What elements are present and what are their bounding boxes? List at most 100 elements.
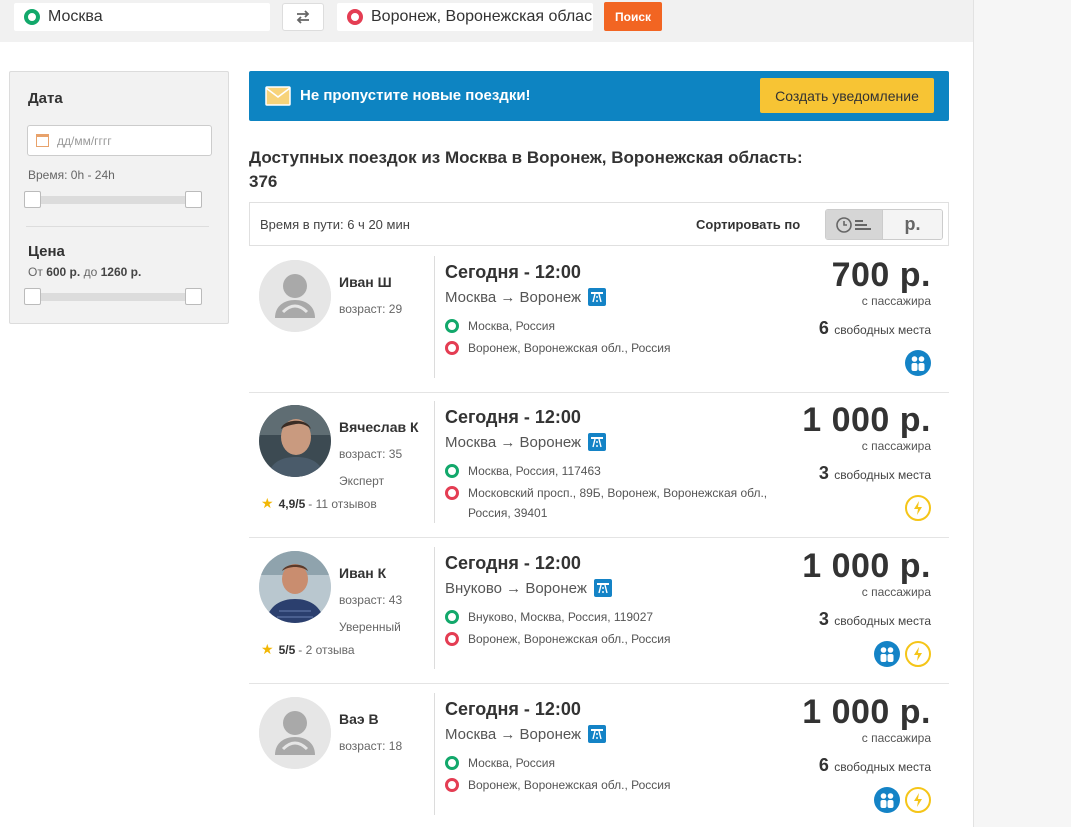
trip-route: Москва → Воронеж <box>445 433 607 451</box>
pickup-location: Москва, Россия <box>445 316 768 336</box>
origin-marker-icon <box>24 9 40 25</box>
highway-icon <box>588 433 607 451</box>
destination-marker-icon <box>445 486 459 500</box>
sort-by-time-button[interactable] <box>826 210 882 239</box>
people-icon <box>874 787 900 813</box>
driver-name[interactable]: Иван К <box>339 565 386 581</box>
time-range-slider[interactable] <box>24 191 202 208</box>
price-filter-title: Цена <box>28 243 65 260</box>
trip-route: Внуково → Воронеж <box>445 579 612 597</box>
trip-features <box>905 495 931 521</box>
driver-rating: ★ 4,9/5- 11 отзывов <box>261 495 377 511</box>
default-avatar-icon <box>259 260 331 332</box>
travel-time: Время в пути: 6 ч 20 мин <box>260 217 410 232</box>
trip-features <box>874 787 931 813</box>
trip-route: Москва → Воронеж <box>445 288 607 306</box>
lightning-icon <box>905 495 931 521</box>
driver-age: возраст: 18 <box>339 739 403 753</box>
destination-marker-icon <box>445 778 459 792</box>
avatar <box>259 551 331 623</box>
driver-age: возраст: 35 <box>339 447 403 461</box>
origin-marker-icon <box>445 464 459 478</box>
price-min-handle[interactable] <box>24 288 41 305</box>
dropoff-location: Московский просп., 89Б, Воронеж, Воронеж… <box>445 483 768 523</box>
avatar <box>259 697 331 769</box>
swap-button[interactable] <box>282 3 324 31</box>
search-button[interactable]: Поиск <box>604 2 662 31</box>
trip-price: 700 р. <box>831 256 931 294</box>
card-divider <box>434 547 435 669</box>
date-filter-title: Дата <box>28 90 63 107</box>
pickup-location: Внуково, Москва, Россия, 119027 <box>445 607 768 627</box>
results-title: Доступных поездок из Москва в Воронеж, В… <box>249 148 803 167</box>
date-input[interactable]: дд/мм/гггг <box>27 125 212 156</box>
trip-card[interactable]: Вячеслав К возраст: 35 Эксперт ★ 4,9/5- … <box>249 393 949 538</box>
lightning-icon <box>905 787 931 813</box>
price-range-label: От 600 р. до 1260 р. <box>28 265 142 279</box>
card-divider <box>434 256 435 378</box>
dropoff-location: Воронеж, Воронежская обл., Россия <box>445 338 768 358</box>
driver-name[interactable]: Ваэ В <box>339 711 379 727</box>
notification-banner: Не пропустите новые поездки! Создать уве… <box>249 71 949 121</box>
origin-input[interactable]: Москва <box>14 3 270 31</box>
origin-value: Москва <box>48 8 103 25</box>
driver-name[interactable]: Вячеслав К <box>339 419 419 435</box>
filter-sidebar: Дата дд/мм/гггг Время: 0h - 24h Цена От … <box>9 71 229 324</box>
trip-price: 1 000 р. <box>802 547 931 585</box>
departure-time: Сегодня - 12:00 <box>445 407 581 427</box>
star-icon: ★ <box>261 641 274 657</box>
price-max-handle[interactable] <box>185 288 202 305</box>
destination-marker-icon <box>445 341 459 355</box>
driver-photo <box>259 551 331 623</box>
driver-age: возраст: 29 <box>339 302 403 316</box>
highway-icon <box>588 725 607 743</box>
results-heading: Доступных поездок из Москва в Воронеж, В… <box>249 146 889 194</box>
price-range-slider[interactable] <box>24 288 202 305</box>
sort-label: Сортировать по <box>696 217 801 232</box>
swap-arrows-icon <box>296 10 310 24</box>
origin-marker-icon <box>445 610 459 624</box>
search-bar: Москва Воронеж, Воронежская облас Поиск <box>0 0 973 42</box>
sort-by-price-button[interactable]: р. <box>882 210 942 239</box>
create-alert-button[interactable]: Создать уведомление <box>760 78 934 113</box>
driver-age: возраст: 43 <box>339 593 403 607</box>
banner-text: Не пропустите новые поездки! <box>300 87 531 104</box>
results-count: 376 <box>249 172 278 191</box>
time-min-handle[interactable] <box>24 191 41 208</box>
dropoff-location: Воронеж, Воронежская обл., Россия <box>445 629 768 649</box>
highway-icon <box>593 579 612 597</box>
avatar <box>259 405 331 477</box>
default-avatar-icon <box>259 697 331 769</box>
driver-level: Уверенный <box>339 620 401 634</box>
price-note: с пассажира <box>861 731 931 745</box>
trip-route: Москва → Воронеж <box>445 725 607 743</box>
price-note: с пассажира <box>861 294 931 308</box>
sort-bar: Время в пути: 6 ч 20 мин Сортировать по … <box>249 202 949 246</box>
highway-icon <box>588 288 607 306</box>
calendar-icon <box>36 134 49 147</box>
page-gutter <box>973 0 1071 827</box>
lightning-icon <box>905 641 931 667</box>
available-seats: 3 свободных места <box>818 463 931 483</box>
star-icon: ★ <box>261 495 274 511</box>
driver-name[interactable]: Иван Ш <box>339 274 392 290</box>
trip-card[interactable]: Ваэ В возраст: 18 Сегодня - 12:00 Москва… <box>249 685 949 827</box>
available-seats: 6 свободных места <box>818 755 931 775</box>
destination-marker-icon <box>445 632 459 646</box>
destination-value: Воронеж, Воронежская облас <box>371 8 593 25</box>
driver-level: Эксперт <box>339 474 385 488</box>
time-max-handle[interactable] <box>185 191 202 208</box>
trip-features <box>874 641 931 667</box>
trip-card[interactable]: Иван К возраст: 43 Уверенный ★ 5/5- 2 от… <box>249 539 949 684</box>
card-divider <box>434 693 435 815</box>
pickup-location: Москва, Россия, 117463 <box>445 461 768 481</box>
trip-card[interactable]: Иван Ш возраст: 29 Сегодня - 12:00 Москв… <box>249 248 949 393</box>
driver-rating: ★ 5/5- 2 отзыва <box>261 641 355 657</box>
filter-divider <box>26 226 209 227</box>
envelope-icon <box>265 86 291 106</box>
time-range-label: Время: 0h - 24h <box>28 168 115 182</box>
driver-photo <box>259 405 331 477</box>
trip-price: 1 000 р. <box>802 693 931 731</box>
people-icon <box>905 350 931 376</box>
destination-input[interactable]: Воронеж, Воронежская облас <box>337 3 593 31</box>
